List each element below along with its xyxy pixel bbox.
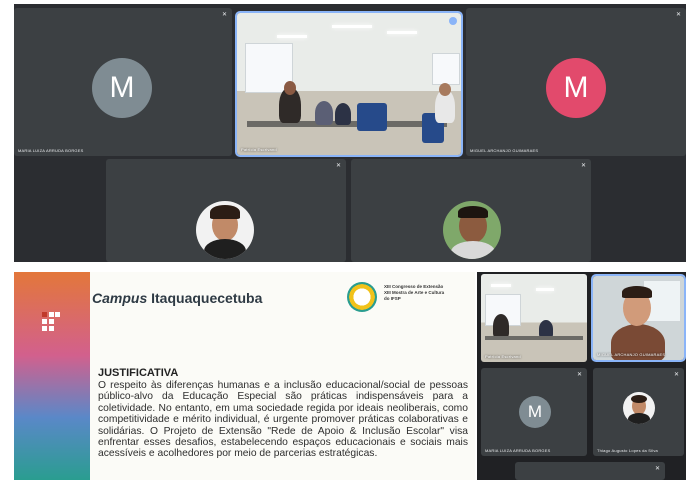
slide-body: O respeito às diferenças humanas e a inc… (98, 380, 468, 460)
mic-muted-icon: ✕ (673, 372, 679, 378)
mic-muted-icon: ✕ (576, 372, 582, 378)
participant-tile[interactable]: ✕ (515, 462, 665, 480)
mic-muted-icon: ✕ (654, 466, 660, 472)
participant-name: MIGUEL ARCHANJO GUIMARAES (597, 352, 666, 357)
participant-tile[interactable]: ✕ (106, 159, 346, 262)
classroom-video (237, 13, 461, 155)
mic-muted-icon: ✕ (335, 163, 341, 169)
participant-photo (623, 392, 655, 424)
meeting-grid-side: Patrícia Escrivand MIGUEL ARCHANJO GUIMA… (477, 272, 686, 480)
meeting-grid-top: M ✕ MARIA LUIZA ARRUDA BORGES Patrícia E… (14, 4, 686, 262)
participant-tile[interactable]: M ✕ MARIA LUIZA ARRUDA BORGES (14, 8, 232, 156)
institute-logo (40, 312, 60, 334)
avatar: M (546, 58, 606, 118)
participant-tile[interactable]: M ✕ MARIA LUIZA ARRUDA BORGES (481, 368, 587, 456)
speaking-indicator-icon (449, 17, 457, 25)
slide-title: Campus Itaquaquecetuba (92, 290, 263, 306)
avatar-initial: M (527, 402, 543, 421)
participant-name: Thiago Augusto Lopes da Silva (597, 448, 658, 453)
slide-color-band (14, 272, 90, 480)
participant-photo (196, 201, 254, 259)
participant-name: MARIA LUIZA ARRUDA BORGES (18, 148, 84, 153)
participant-tile-active[interactable]: MIGUEL ARCHANJO GUIMARAES (591, 274, 686, 362)
participant-tile[interactable]: Patrícia Escrivand (481, 274, 587, 362)
mic-muted-icon: ✕ (580, 163, 586, 169)
avatar: M (92, 58, 152, 118)
participant-tile[interactable]: ✕ Thiago Augusto Lopes da Silva (593, 368, 684, 456)
participant-name: MIGUEL ARCHANJO GUIMARAES (470, 148, 539, 153)
participant-photo (443, 201, 501, 259)
congress-label: XIII Congresso de Extensão XIII Mostra d… (384, 284, 445, 301)
mic-muted-icon: ✕ (675, 12, 681, 18)
participant-name: Patrícia Escrivand (241, 147, 277, 152)
participant-tile[interactable]: ✕ (351, 159, 591, 262)
avatar-initial: M (109, 71, 135, 104)
participant-tile[interactable]: M ✕ MIGUEL ARCHANJO GUIMARAES (466, 8, 686, 156)
slide-heading: JUSTIFICATIVA (98, 367, 179, 379)
participant-name: MARIA LUIZA ARRUDA BORGES (485, 448, 551, 453)
congress-logo-icon (347, 282, 377, 312)
avatar-initial: M (563, 71, 589, 104)
participant-name: Patrícia Escrivand (485, 354, 521, 359)
avatar: M (519, 396, 551, 428)
participant-tile-active[interactable]: Patrícia Escrivand (235, 11, 463, 157)
presentation-slide: Campus Itaquaquecetuba XIII Congresso de… (14, 272, 475, 480)
mic-muted-icon: ✕ (221, 12, 227, 18)
